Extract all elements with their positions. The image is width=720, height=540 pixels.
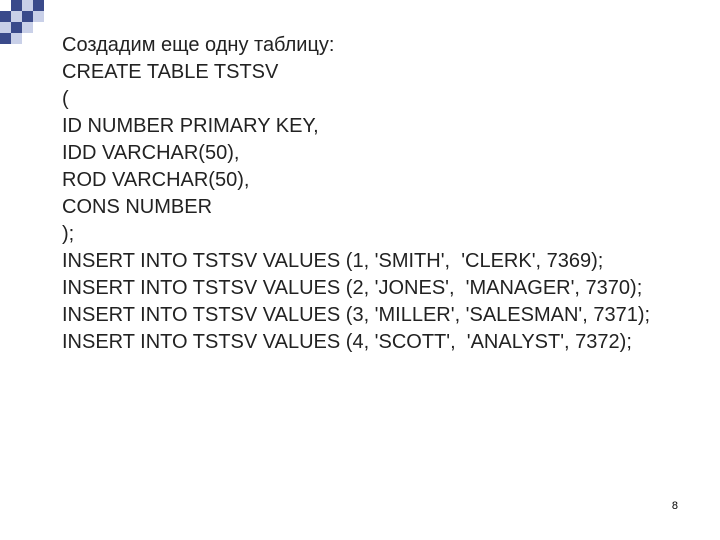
- decor-square: [0, 11, 11, 22]
- decor-square: [0, 33, 11, 44]
- slide-text: Создадим еще одну таблицу: CREATE TABLE …: [62, 32, 680, 356]
- text-line: INSERT INTO TSTSV VALUES (3, 'MILLER', '…: [62, 302, 680, 329]
- text-line: INSERT INTO TSTSV VALUES (4, 'SCOTT', 'A…: [62, 329, 680, 356]
- decor-square: [11, 11, 22, 22]
- text-line: );: [62, 221, 680, 248]
- decor-square: [33, 0, 44, 11]
- corner-decoration: [0, 0, 60, 44]
- decor-square: [33, 11, 44, 22]
- text-line: (: [62, 86, 680, 113]
- text-line: Создадим еще одну таблицу:: [62, 32, 680, 59]
- decor-square: [11, 33, 22, 44]
- text-line: ID NUMBER PRIMARY KEY,: [62, 113, 680, 140]
- decor-square: [11, 0, 22, 11]
- decor-square: [22, 11, 33, 22]
- decor-square: [0, 0, 11, 11]
- decor-square: [0, 22, 11, 33]
- decor-square: [22, 0, 33, 11]
- text-line: ROD VARCHAR(50),: [62, 167, 680, 194]
- text-line: CREATE TABLE TSTSV: [62, 59, 680, 86]
- text-line: IDD VARCHAR(50),: [62, 140, 680, 167]
- text-line: CONS NUMBER: [62, 194, 680, 221]
- text-line: INSERT INTO TSTSV VALUES (1, 'SMITH', 'C…: [62, 248, 680, 275]
- text-line: INSERT INTO TSTSV VALUES (2, 'JONES', 'M…: [62, 275, 680, 302]
- decor-square: [11, 22, 22, 33]
- page-number: 8: [672, 500, 678, 512]
- decor-square: [22, 22, 33, 33]
